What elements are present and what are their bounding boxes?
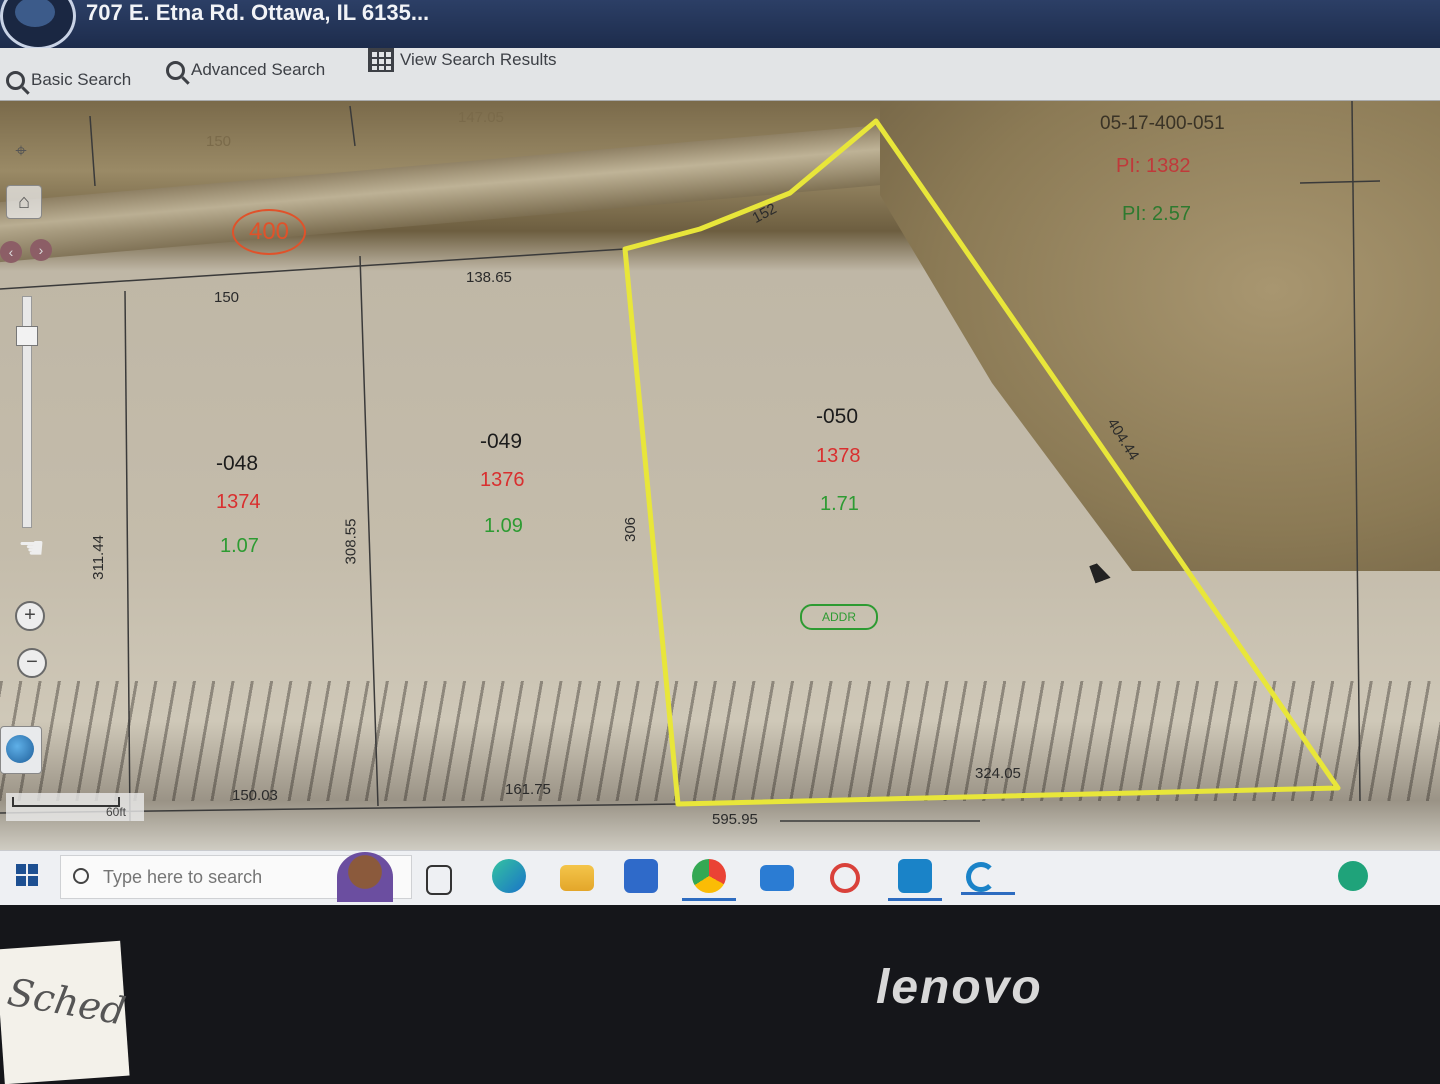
window-title: 707 E. Etna Rd. Ottawa, IL 6135... <box>86 0 430 25</box>
search-icon <box>166 60 185 80</box>
chrome-icon[interactable] <box>682 859 736 901</box>
view-results-button[interactable]: View Search Results <box>368 48 557 72</box>
dimension-label: 306 <box>622 516 640 543</box>
table-grid-icon <box>368 48 394 72</box>
parcel-acres-050: 1.71 <box>820 493 859 515</box>
dimension-label: 161.75 <box>505 781 551 798</box>
parcel-line <box>1351 101 1361 802</box>
dimension-label: 150.03 <box>232 787 278 804</box>
parcel-line <box>124 290 131 822</box>
dimension-label: 138.65 <box>466 269 512 286</box>
search-toolbar: Basic Search Advanced Search View Search… <box>0 48 1440 101</box>
taskbar-search[interactable] <box>60 852 412 902</box>
search-highlight-illustration <box>337 852 393 902</box>
hand-pan-icon: ☚ <box>18 532 45 565</box>
parcel-id-049: -049 <box>480 430 523 453</box>
home-icon[interactable]: ⌂ <box>6 185 42 219</box>
zoom-in-button[interactable]: + <box>15 601 45 631</box>
app-c-icon[interactable] <box>961 862 1015 895</box>
county-seal-logo <box>0 0 76 50</box>
globe-icon <box>6 735 34 763</box>
parcel-line <box>359 255 379 807</box>
parcel-line <box>0 248 626 290</box>
parcel-id-050: -050 <box>816 405 859 428</box>
scale-bar-label: 60ft <box>106 805 127 819</box>
advanced-search-label: Advanced Search <box>191 60 326 79</box>
search-icon <box>6 70 25 90</box>
parcel-acres-048: 1.07 <box>220 535 259 557</box>
parcel-id-048: -048 <box>216 452 259 475</box>
dimension-label: 150 <box>206 133 232 150</box>
crosshair-icon[interactable]: ⌖ <box>4 135 38 167</box>
dimension-label: 308.55 <box>342 518 360 565</box>
parcel-pin-048: 1374 <box>216 491 261 513</box>
remote-app-icon[interactable] <box>888 859 942 901</box>
taskbar-search-input[interactable] <box>101 866 325 889</box>
dimension-label: 324.05 <box>975 765 1021 782</box>
neighbor-parcel-pin: PI: 1382 <box>1116 155 1191 177</box>
advanced-search-button[interactable]: Advanced Search <box>166 60 325 80</box>
basic-search-label: Basic Search <box>31 70 132 89</box>
app-red-icon[interactable] <box>830 863 860 893</box>
neighbor-parcel-acres: PI: 2.57 <box>1122 203 1191 225</box>
parcel-pin-050: 1378 <box>816 445 861 467</box>
parcel-line <box>349 105 356 147</box>
selected-parcel-outline <box>622 118 1341 807</box>
scale-bar: 60ft <box>6 793 144 821</box>
parcel-pin-049: 1376 <box>480 469 525 491</box>
pan-left-icon[interactable]: ‹ <box>0 241 22 263</box>
mail-icon[interactable] <box>760 865 794 891</box>
windows-taskbar <box>0 850 1440 905</box>
edge-icon[interactable] <box>492 859 526 893</box>
parcel-acres-049: 1.09 <box>484 515 523 537</box>
file-explorer-icon[interactable] <box>560 865 594 891</box>
dimension-label: 311.44 <box>89 535 107 580</box>
microsoft-store-icon[interactable] <box>624 859 658 893</box>
sticky-note-text: Sched <box>4 969 129 1034</box>
sticky-note: Sched <box>0 940 130 1084</box>
basic-search-button[interactable]: Basic Search <box>6 70 131 90</box>
zoom-out-button[interactable]: − <box>17 648 47 678</box>
dimension-label: 147.05 <box>458 109 504 126</box>
basemap-globe-button[interactable] <box>0 726 42 774</box>
monitor-screen: 707 E. Etna Rd. Ottawa, IL 6135... Basic… <box>0 0 1440 905</box>
dimension-label: 150 <box>214 289 240 306</box>
pan-right-icon[interactable]: › <box>30 239 52 261</box>
dimension-arrow <box>1299 180 1381 184</box>
title-bar: 707 E. Etna Rd. Ottawa, IL 6135... <box>0 0 1440 50</box>
view-results-label: View Search Results <box>400 50 557 69</box>
neighbor-parcel-id: 05-17-400-051 <box>1100 113 1225 134</box>
road-number-label: 400 <box>232 209 306 255</box>
activity-monitor-icon[interactable] <box>1338 861 1368 891</box>
parcel-line <box>89 115 96 187</box>
windows-start-icon[interactable] <box>16 864 38 886</box>
lenovo-bezel-logo: lenovo <box>876 961 1043 1014</box>
search-icon <box>73 868 89 884</box>
parcel-map[interactable]: 150 147.05 150 138.65 152 311.44 308.55 … <box>0 101 1440 850</box>
zoom-slider-thumb[interactable] <box>16 326 38 346</box>
task-view-icon[interactable] <box>426 865 452 895</box>
dimension-label: 595.95 <box>712 811 758 828</box>
address-tag: ADDR <box>800 604 878 630</box>
